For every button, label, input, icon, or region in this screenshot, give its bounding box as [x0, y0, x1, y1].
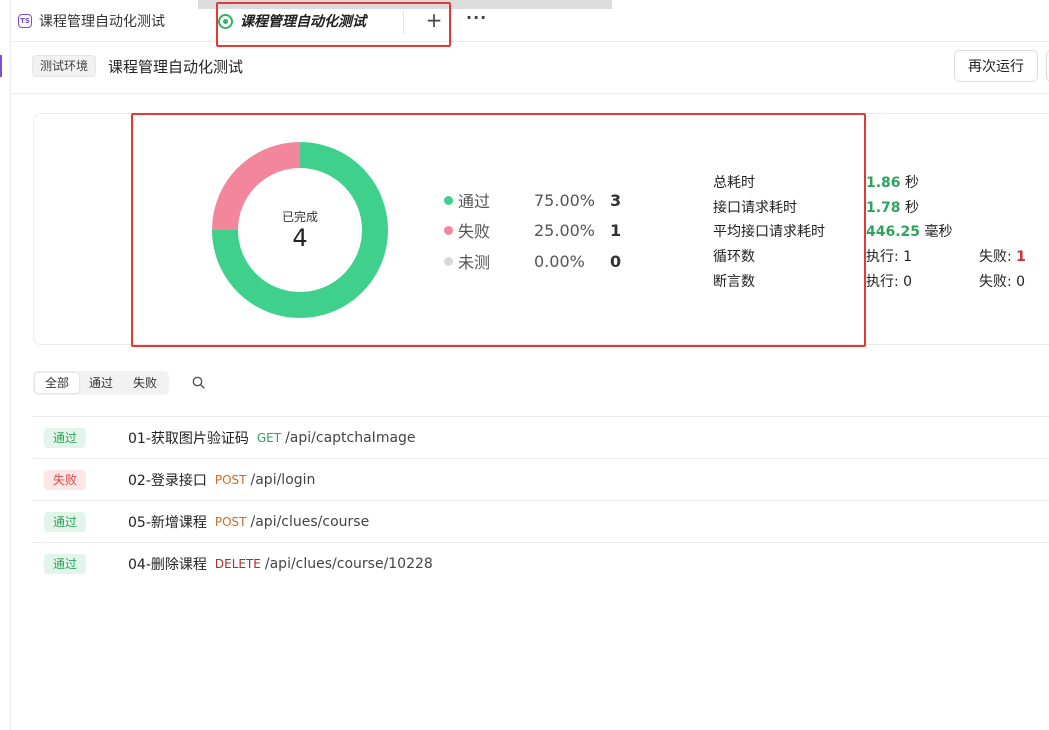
highlight-box-tab [216, 2, 451, 47]
result-name-group: 04-删除课程 DELETE /api/clues/course/10228 [128, 554, 433, 574]
highlight-box-summary [131, 113, 866, 347]
tab-test-suite[interactable]: TS 课程管理自动化测试 [18, 8, 165, 34]
filter-pass[interactable]: 通过 [79, 373, 123, 393]
result-name: 05-新增课程 [128, 515, 207, 531]
metric-loop-exec: 执行: 1 [866, 249, 913, 265]
http-method: POST [214, 515, 247, 529]
http-method: POST [214, 473, 247, 487]
api-path: /api/login [250, 472, 316, 488]
sidebar-active-indicator [0, 55, 2, 77]
metric-loop-fail: 失败: 1 [979, 249, 1026, 265]
test-suite-icon: TS [18, 14, 32, 28]
tab-label: 课程管理自动化测试 [39, 14, 165, 30]
rerun-button[interactable]: 再次运行 [954, 50, 1038, 82]
result-row[interactable]: 通过 01-获取图片验证码 GET /api/captchaImage [33, 416, 1049, 458]
environment-badge[interactable]: 测试环境 [32, 55, 97, 77]
search-icon[interactable] [192, 376, 205, 389]
result-name: 04-删除课程 [128, 557, 207, 573]
more-tabs-button[interactable]: ··· [466, 7, 486, 33]
filter-fail[interactable]: 失败 [123, 373, 167, 393]
metric-api-time-value: 1.78 秒 [866, 200, 919, 216]
metric-avg-api-time-value: 446.25 毫秒 [866, 224, 953, 240]
api-path: /api/clues/course [250, 514, 370, 530]
header-divider [11, 93, 1049, 94]
status-badge: 通过 [44, 428, 87, 448]
http-method: DELETE [214, 557, 261, 571]
api-path: /api/captchaImage [285, 430, 416, 446]
result-name: 01-获取图片验证码 [128, 431, 249, 447]
status-badge: 失败 [44, 470, 87, 490]
result-name: 02-登录接口 [128, 473, 207, 489]
metric-assert-fail: 失败: 0 [979, 274, 1026, 290]
result-row[interactable]: 失败 02-登录接口 POST /api/login [33, 458, 1049, 500]
result-row[interactable]: 通过 05-新增课程 POST /api/clues/course [33, 500, 1049, 542]
metric-total-time-value: 1.86 秒 [866, 175, 919, 191]
metric-assert-exec: 执行: 0 [866, 274, 913, 290]
api-path: /api/clues/course/10228 [264, 556, 433, 572]
result-row[interactable]: 通过 04-删除课程 DELETE /api/clues/course/1022… [33, 542, 1049, 584]
page-title: 课程管理自动化测试 [108, 58, 244, 76]
result-name-group: 01-获取图片验证码 GET /api/captchaImage [128, 428, 416, 448]
app-root: TS 课程管理自动化测试 课程管理自动化测试 + ··· 测试环境 课程管理自动… [0, 0, 1049, 730]
filter-all[interactable]: 全部 [35, 373, 80, 393]
result-name-group: 05-新增课程 POST /api/clues/course [128, 512, 369, 532]
status-badge: 通过 [44, 512, 87, 532]
status-badge: 通过 [44, 554, 87, 574]
left-sidebar-edge [0, 0, 11, 730]
result-name-group: 02-登录接口 POST /api/login [128, 470, 315, 490]
result-filter: 全部 通过 失败 [33, 371, 170, 395]
http-method: GET [256, 431, 282, 445]
